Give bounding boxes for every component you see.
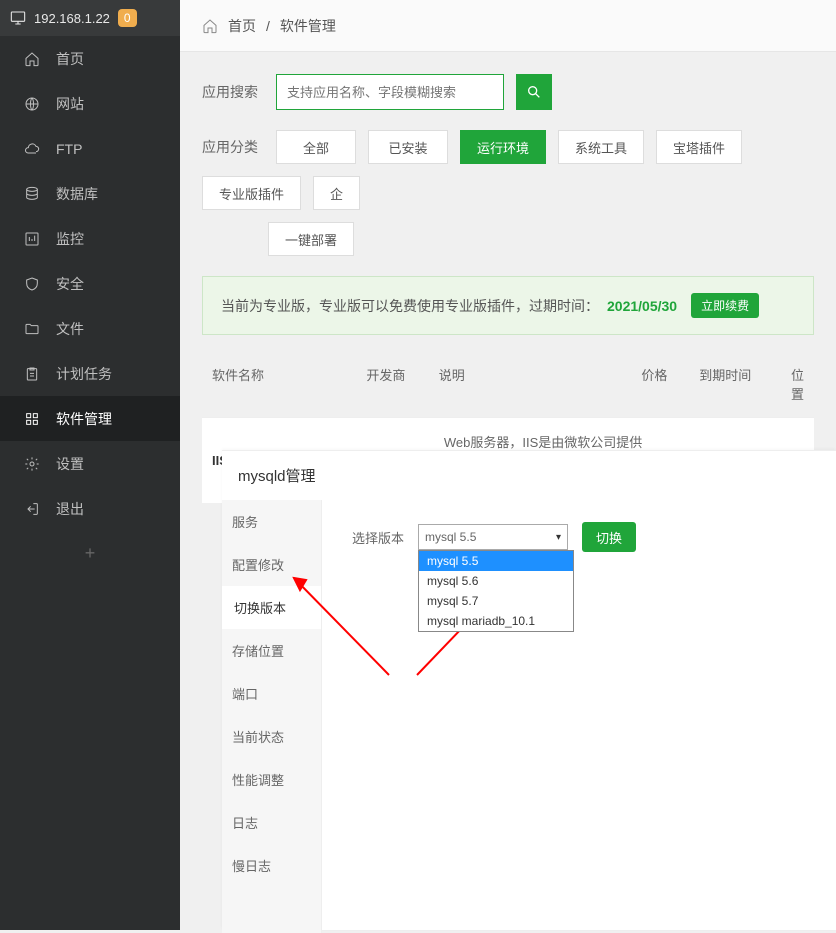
cat-all[interactable]: 全部 <box>276 130 356 164</box>
sidebar-item-ftp[interactable]: FTP <box>0 126 180 171</box>
breadcrumb: 首页 / 软件管理 <box>180 0 836 52</box>
option-mariadb101[interactable]: mysql mariadb_10.1 <box>419 611 573 631</box>
monitor-icon <box>10 10 26 26</box>
notification-badge[interactable]: 0 <box>118 9 137 27</box>
cloud-icon <box>24 141 40 157</box>
search-label: 应用搜索 <box>202 82 258 102</box>
sidebar-item-label: 网站 <box>56 94 84 114</box>
category-label: 应用分类 <box>202 137 258 157</box>
sidebar-item-label: 数据库 <box>56 184 98 204</box>
th-desc: 说明 <box>439 365 642 403</box>
logout-icon <box>24 501 40 517</box>
sidebar-item-label: 安全 <box>56 274 84 294</box>
sidebar-item-software[interactable]: 软件管理 <box>0 396 180 441</box>
select-display[interactable]: mysql 5.5 <box>418 524 568 550</box>
option-mysql57[interactable]: mysql 5.7 <box>419 591 573 611</box>
switch-button[interactable]: 切换 <box>582 522 636 552</box>
database-icon <box>24 186 40 202</box>
renew-button[interactable]: 立即续费 <box>691 293 759 318</box>
modal-nav-service[interactable]: 服务 <box>222 500 321 543</box>
modal-nav-storage[interactable]: 存储位置 <box>222 629 321 672</box>
modal-nav-log[interactable]: 日志 <box>222 801 321 844</box>
search-row: 应用搜索 <box>202 74 814 110</box>
sidebar-item-security[interactable]: 安全 <box>0 261 180 306</box>
gear-icon <box>24 456 40 472</box>
sidebar-item-label: 监控 <box>56 229 84 249</box>
mysqld-modal: mysqld管理 服务 配置修改 切换版本 存储位置 端口 当前状态 性能调整 … <box>222 450 836 930</box>
shield-icon <box>24 276 40 292</box>
globe-icon <box>24 96 40 112</box>
notice-text: 当前为专业版，专业版可以免费使用专业版插件，过期时间： <box>221 296 599 316</box>
cat-pro-plugin[interactable]: 专业版插件 <box>202 176 301 210</box>
sidebar-item-label: 计划任务 <box>56 364 112 384</box>
cat-installed[interactable]: 已安装 <box>368 130 448 164</box>
sidebar-item-label: 设置 <box>56 454 84 474</box>
cat-runtime[interactable]: 运行环境 <box>460 130 546 164</box>
table-header: 软件名称 开发商 说明 价格 到期时间 位置 <box>202 351 814 417</box>
sidebar-item-files[interactable]: 文件 <box>0 306 180 351</box>
th-expire: 到期时间 <box>699 365 791 403</box>
option-mysql55[interactable]: mysql 5.5 <box>419 551 573 571</box>
modal-nav-status[interactable]: 当前状态 <box>222 715 321 758</box>
th-price: 价格 <box>641 365 699 403</box>
modal-body: 服务 配置修改 切换版本 存储位置 端口 当前状态 性能调整 日志 慢日志 选择… <box>222 500 836 933</box>
th-dev: 开发商 <box>366 365 438 403</box>
modal-title: mysqld管理 <box>222 451 836 500</box>
category-row2: 一键部署 <box>202 222 814 256</box>
sidebar-item-label: 软件管理 <box>56 409 112 429</box>
sidebar-item-settings[interactable]: 设置 <box>0 441 180 486</box>
modal-nav-performance[interactable]: 性能调整 <box>222 758 321 801</box>
breadcrumb-current: 软件管理 <box>280 16 336 36</box>
sidebar-item-database[interactable]: 数据库 <box>0 171 180 216</box>
sidebar-item-label: 退出 <box>56 499 84 519</box>
modal-nav-switch-version[interactable]: 切换版本 <box>222 586 321 629</box>
category-row: 应用分类 全部 已安装 运行环境 系统工具 宝塔插件 专业版插件 企 <box>202 130 814 210</box>
sidebar-header: 192.168.1.22 0 <box>0 0 180 36</box>
sidebar-item-cron[interactable]: 计划任务 <box>0 351 180 396</box>
option-mysql56[interactable]: mysql 5.6 <box>419 571 573 591</box>
modal-nav-slowlog[interactable]: 慢日志 <box>222 844 321 887</box>
search-input[interactable] <box>276 74 504 110</box>
sidebar-item-label: 文件 <box>56 319 84 339</box>
version-select-row: 选择版本 mysql 5.5 mysql 5.5 mysql 5.6 mysql… <box>352 522 806 552</box>
folder-icon <box>24 321 40 337</box>
breadcrumb-sep: / <box>266 18 270 34</box>
home-icon <box>24 51 40 67</box>
cat-system[interactable]: 系统工具 <box>558 130 644 164</box>
pro-notice: 当前为专业版，专业版可以免费使用专业版插件，过期时间： 2021/05/30 立… <box>202 276 814 335</box>
modal-panel: 选择版本 mysql 5.5 mysql 5.5 mysql 5.6 mysql… <box>322 500 836 933</box>
clipboard-icon <box>24 366 40 382</box>
chart-icon <box>24 231 40 247</box>
notice-expiry: 2021/05/30 <box>607 298 677 314</box>
th-name: 软件名称 <box>212 365 366 403</box>
sidebar-item-home[interactable]: 首页 <box>0 36 180 81</box>
select-label: 选择版本 <box>352 528 404 547</box>
add-icon[interactable]: + <box>0 531 180 576</box>
cat-deploy[interactable]: 一键部署 <box>268 222 354 256</box>
grid-icon <box>24 411 40 427</box>
search-button[interactable] <box>516 74 552 110</box>
sidebar-item-monitor[interactable]: 监控 <box>0 216 180 261</box>
modal-nav: 服务 配置修改 切换版本 存储位置 端口 当前状态 性能调整 日志 慢日志 <box>222 500 322 933</box>
version-dropdown: mysql 5.5 mysql 5.6 mysql 5.7 mysql mari… <box>418 550 574 632</box>
cat-bt-plugin[interactable]: 宝塔插件 <box>656 130 742 164</box>
select-value: mysql 5.5 <box>425 530 476 544</box>
sidebar: 192.168.1.22 0 首页 网站 FTP 数据库 监控 安全 文件 计划… <box>0 0 180 930</box>
th-pos: 位置 <box>791 365 804 403</box>
search-icon <box>526 84 542 100</box>
sidebar-item-label: FTP <box>56 141 82 157</box>
home-icon <box>202 18 218 34</box>
modal-nav-port[interactable]: 端口 <box>222 672 321 715</box>
modal-nav-config[interactable]: 配置修改 <box>222 543 321 586</box>
server-ip: 192.168.1.22 <box>34 11 110 26</box>
breadcrumb-home[interactable]: 首页 <box>228 16 256 36</box>
sidebar-item-logout[interactable]: 退出 <box>0 486 180 531</box>
sidebar-item-label: 首页 <box>56 49 84 69</box>
cat-enterprise[interactable]: 企 <box>313 176 360 210</box>
version-select[interactable]: mysql 5.5 mysql 5.5 mysql 5.6 mysql 5.7 … <box>418 524 568 550</box>
sidebar-item-site[interactable]: 网站 <box>0 81 180 126</box>
